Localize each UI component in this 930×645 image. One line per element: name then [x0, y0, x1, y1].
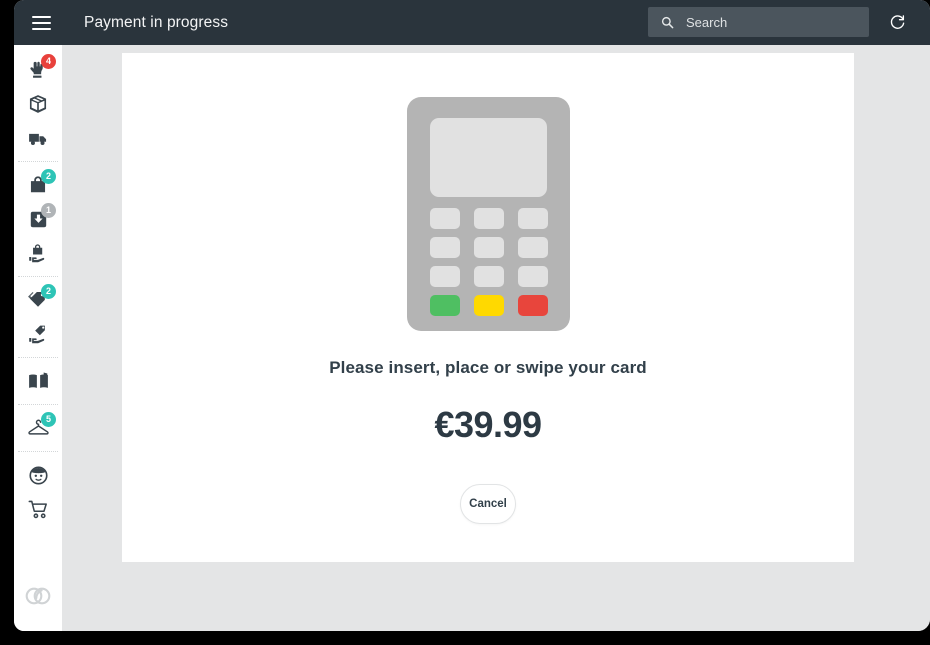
payment-amount: €39.99 [434, 404, 542, 445]
package-box-icon [26, 92, 50, 116]
sidebar-item-orders[interactable]: 4 [14, 53, 62, 87]
delivery-truck-icon [26, 126, 50, 150]
search-icon [657, 12, 677, 32]
customer-face-icon [26, 463, 50, 487]
hamburger-menu-icon[interactable] [22, 0, 60, 45]
badge-count: 1 [41, 203, 56, 218]
sidebar-item-apparel[interactable]: 5 [14, 411, 62, 445]
open-book-icon [26, 369, 50, 393]
payment-prompt-text: Please insert, place or swipe your card [329, 358, 647, 377]
search-input[interactable] [686, 14, 869, 30]
application-window: Payment in progress Search 4 2 1 2 5 Ple… [14, 0, 930, 631]
sidebar-item-products[interactable] [14, 87, 62, 121]
bag-hand-icon [26, 241, 50, 265]
sidebar-item-shipping[interactable] [14, 121, 62, 155]
sidebar-divider [18, 276, 58, 277]
search-field-container[interactable] [648, 7, 869, 37]
page-title: Payment in progress [84, 13, 229, 31]
sidebar-item-customers[interactable] [14, 458, 62, 492]
top-header-bar: Payment in progress [14, 0, 930, 45]
sidebar-item-promotions[interactable]: 2 [14, 283, 62, 317]
sidebar-item-purchases[interactable]: 2 [14, 168, 62, 202]
payment-terminal-illustration [406, 97, 570, 336]
cancel-button[interactable]: Cancel [460, 484, 516, 524]
payment-card-panel: Please insert, place or swipe your card … [122, 53, 854, 562]
sidebar-item-receiving[interactable]: 1 [14, 202, 62, 236]
left-sidebar-nav: 4 2 1 2 5 [14, 45, 62, 631]
main-content-area: Please insert, place or swipe your card … [62, 45, 930, 631]
sidebar-item-catalog[interactable] [14, 364, 62, 398]
sidebar-divider [18, 161, 58, 162]
badge-count: 4 [41, 54, 56, 69]
shopping-cart-icon [26, 497, 50, 521]
sidebar-divider [18, 404, 58, 405]
sidebar-divider [18, 451, 58, 452]
tag-hand-icon [26, 322, 50, 346]
badge-count: 5 [41, 412, 56, 427]
brand-logo-icon[interactable] [25, 583, 51, 609]
sidebar-item-pricing[interactable] [14, 317, 62, 351]
sidebar-divider [18, 357, 58, 358]
sidebar-item-handover[interactable] [14, 236, 62, 270]
refresh-icon[interactable] [886, 11, 908, 33]
sidebar-item-cart[interactable] [14, 492, 62, 526]
badge-count: 2 [41, 169, 56, 184]
badge-count: 2 [41, 284, 56, 299]
